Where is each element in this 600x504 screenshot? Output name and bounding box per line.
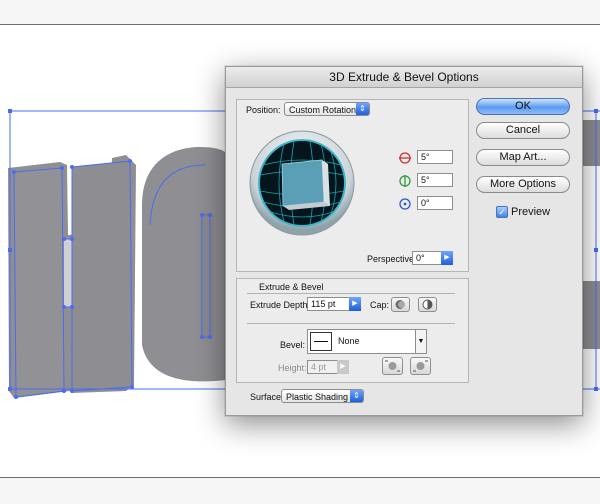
height-label: Height: <box>278 363 307 373</box>
divider <box>247 323 455 324</box>
surface-select[interactable]: Plastic Shading ⇕ <box>281 389 364 403</box>
cancel-button[interactable]: Cancel <box>476 122 570 139</box>
x-axis-rotation-icon <box>399 152 411 164</box>
perspective-field[interactable]: 0° ▶ <box>412 251 453 265</box>
x-rotation-value: 5° <box>421 152 430 162</box>
perspective-value: 0° <box>416 253 425 263</box>
y-axis-rotation-icon <box>399 175 411 187</box>
bevel-in-icon <box>413 360 428 372</box>
z-rotation-field[interactable]: 0° <box>417 196 453 210</box>
bevel-preview <box>310 332 332 351</box>
map-art-button[interactable]: Map Art... <box>476 149 570 166</box>
position-group: Position: Custom Rotation ⇕ 5° 5° 0° Per… <box>236 99 469 272</box>
x-rotation-field[interactable]: 5° <box>417 150 453 164</box>
position-label: Position: <box>246 105 281 115</box>
surface-label: Surface: <box>250 392 284 402</box>
position-select-value: Custom Rotation <box>289 105 357 115</box>
surface-select-value: Plastic Shading <box>286 392 349 402</box>
bevel-in-button[interactable] <box>410 357 431 375</box>
extrude-bevel-heading: Extrude & Bevel <box>259 282 324 292</box>
bevel-label: Bevel: <box>280 340 306 350</box>
extrude-bevel-dialog: 3D Extrude & Bevel Options Position: Cus… <box>225 66 583 416</box>
y-rotation-value: 5° <box>421 175 430 185</box>
extrude-depth-value: 115 pt <box>311 299 336 309</box>
extrude-depth-field[interactable]: 115 pt ▶ <box>307 297 361 311</box>
height-value: 4 pt <box>311 362 327 372</box>
chevron-down-icon: ▼ <box>415 330 426 353</box>
triangle-right-icon: ▶ <box>349 297 361 311</box>
position-select[interactable]: Custom Rotation ⇕ <box>284 102 370 116</box>
cap-off-button[interactable] <box>418 297 437 312</box>
triangle-right-icon: ▶ <box>441 251 453 265</box>
cap-on-button[interactable] <box>391 297 410 312</box>
letter-o <box>142 147 226 382</box>
bevel-out-button[interactable] <box>382 357 403 375</box>
z-rotation-value: 0° <box>421 198 430 208</box>
divider <box>247 293 455 294</box>
preview-checkbox[interactable]: ✓ <box>496 206 508 218</box>
bevel-out-icon <box>385 360 400 372</box>
more-options-button[interactable]: More Options <box>476 176 570 193</box>
preview-label: Preview <box>511 206 551 218</box>
perspective-label: Perspective: <box>367 254 417 264</box>
y-rotation-field[interactable]: 5° <box>417 173 453 187</box>
height-field[interactable]: 4 pt ▶ <box>307 360 349 374</box>
chevron-updown-icon: ⇕ <box>350 390 363 402</box>
extrude-bevel-group: Extrude & Bevel Extrude Depth: 115 pt ▶ … <box>236 278 469 383</box>
ok-button[interactable]: OK <box>476 98 570 115</box>
rotation-track-cube[interactable] <box>249 130 355 236</box>
z-axis-rotation-icon <box>399 198 411 210</box>
cap-off-icon <box>422 299 433 310</box>
letter-fragment <box>581 120 600 166</box>
cap-on-icon <box>395 300 405 309</box>
cap-label: Cap: <box>370 300 390 310</box>
extrude-depth-label: Extrude Depth: <box>250 300 311 310</box>
letter-fragment <box>581 281 600 349</box>
dialog-title: 3D Extrude & Bevel Options <box>226 67 582 88</box>
triangle-right-icon: ▶ <box>337 360 349 374</box>
bevel-select[interactable]: None ▼ <box>307 329 427 354</box>
bevel-value: None <box>338 336 360 346</box>
chevron-updown-icon: ⇕ <box>356 103 369 115</box>
